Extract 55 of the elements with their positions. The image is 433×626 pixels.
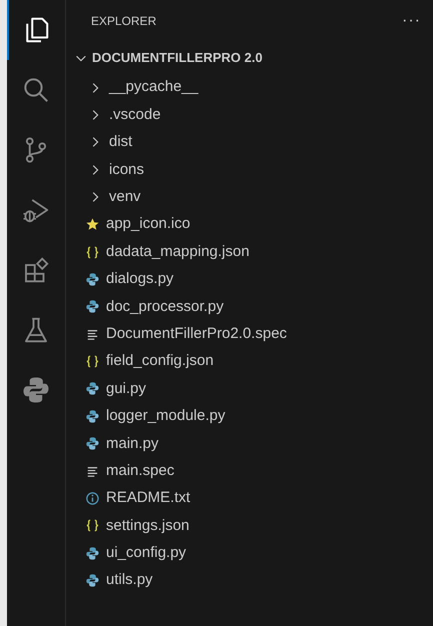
file-name: app_icon.ico [106,214,190,234]
file-row[interactable]: dadata_mapping.json [66,238,433,266]
file-row[interactable]: dialogs.py [66,266,433,294]
file-name: main.spec [106,460,174,481]
file-row[interactable]: field_config.json [66,348,433,376]
file-name: utils.py [106,570,153,590]
file-name: doc_processor.py [106,296,224,317]
file-name: field_config.json [106,351,214,372]
folder-name: DOCUMENTFILLERPRO 2.0 [92,49,262,68]
file-row[interactable]: main.py [66,430,433,458]
file-name: dadata_mapping.json [106,242,250,262]
file-name: DocumentFillerPro2.0.spec [106,324,287,344]
folder-name: .vscode [109,104,161,125]
folder-name: __pycache__ [109,77,198,98]
file-row[interactable]: logger_module.py [66,402,433,430]
folder-name: venv [109,187,141,207]
file-row[interactable]: doc_processor.py [66,293,433,321]
file-name: settings.json [106,516,190,536]
file-row[interactable]: utils.py [66,567,433,594]
folder-row[interactable]: icons [66,156,433,184]
file-row[interactable]: settings.json [66,512,433,540]
braces-icon [84,518,100,534]
python-file-icon [84,408,100,424]
folder-name: icons [109,160,144,180]
python-file-icon [84,573,100,588]
python-file-icon [84,546,100,561]
file-row[interactable]: README.txt [66,484,433,512]
file-row[interactable]: main.spec [66,457,433,485]
file-row[interactable]: app_icon.ico [66,210,433,238]
panel-title: EXPLORER [91,13,156,30]
file-name: ui_config.py [106,543,186,564]
folder-row[interactable]: dist [66,128,433,156]
python-file-icon [84,436,100,452]
file-name: README.txt [106,488,190,508]
folder-row[interactable]: .vscode [66,101,433,129]
root-folder-row[interactable]: DOCUMENTFILLERPRO 2.0 [66,42,433,74]
python-file-icon [84,272,100,287]
folder-row[interactable]: __pycache__ [66,74,433,102]
more-actions-button[interactable]: ··· [402,13,421,29]
file-row[interactable]: ui_config.py [66,540,433,568]
python-file-icon [84,381,100,396]
folder-row[interactable]: venv [66,184,433,211]
braces-icon [84,244,100,260]
file-name: dialogs.py [106,269,174,290]
python-icon[interactable] [21,375,51,405]
folder-name: dist [109,132,132,152]
info-icon [84,491,100,506]
braces-icon [84,354,100,370]
file-row[interactable]: DocumentFillerPro2.0.spec [66,320,433,348]
file-name: logger_module.py [106,406,226,426]
file-name: gui.py [106,378,146,399]
python-file-icon [84,299,100,314]
star-icon [84,217,100,232]
file-row[interactable]: gui.py [66,375,433,403]
file-name: main.py [106,434,159,454]
